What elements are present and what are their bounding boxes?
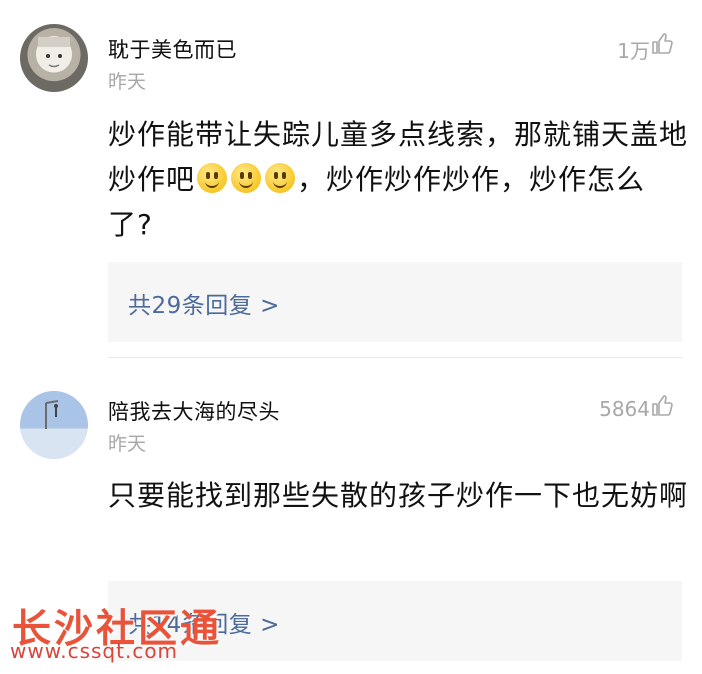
like-count: 5864 [599, 397, 650, 421]
avatar[interactable] [20, 24, 88, 92]
replies-panel[interactable]: 共29条回复 > [108, 262, 682, 342]
divider [108, 357, 682, 358]
timestamp: 昨天 [108, 71, 147, 93]
smile-emoji-icon [265, 163, 296, 193]
comment-text: 只要能找到那些失散的孩子炒作一下也无妨啊 [108, 479, 689, 512]
thumb-up-icon[interactable] [650, 394, 674, 418]
like-count: 1万 [617, 39, 650, 63]
comment-item: 耽于美色而已 昨天 1万 炒作能带让失踪儿童多点线索，那就铺天盖地炒作吧 ，炒作炒… [0, 0, 702, 356]
thumb-up-icon[interactable] [650, 32, 674, 56]
timestamp: 昨天 [108, 433, 147, 455]
view-replies-link[interactable]: 共29条回复 > [128, 286, 280, 320]
watermark-url: www.cssqt.com [10, 639, 179, 663]
username[interactable]: 耽于美色而已 [108, 34, 237, 64]
username[interactable]: 陪我去大海的尽头 [108, 396, 280, 426]
smile-emoji-icon [231, 163, 262, 193]
smile-emoji-icon [197, 163, 228, 193]
avatar[interactable] [20, 391, 88, 459]
comment-text: 炒作能带让失踪儿童多点线索，那就铺天盖地炒作吧 ，炒作炒作炒作，炒作怎么了? [108, 112, 688, 247]
